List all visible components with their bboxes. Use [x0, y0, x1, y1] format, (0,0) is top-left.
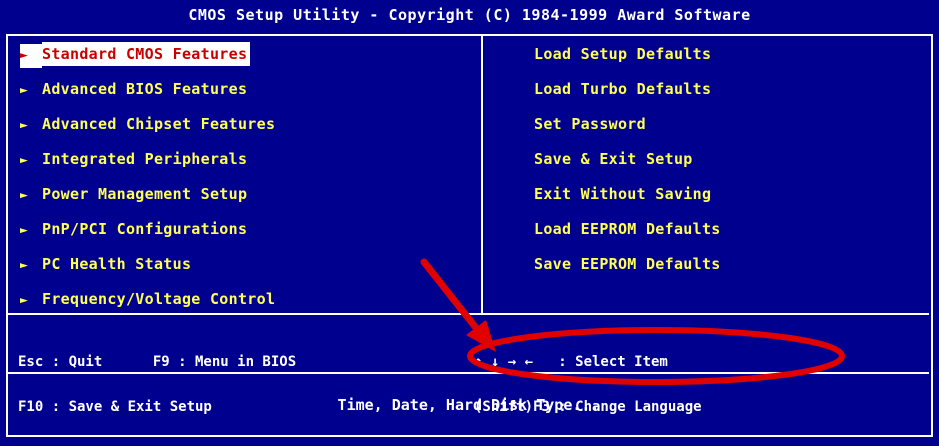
menu-item-save-exit-setup[interactable]: Save & Exit Setup	[534, 147, 924, 182]
menu-item-label: Save & Exit Setup	[534, 150, 693, 168]
menu-item-load-setup-defaults[interactable]: Load Setup Defaults	[534, 42, 924, 77]
menu-item-integrated-peripherals[interactable]: ► Integrated Peripherals	[20, 147, 475, 182]
title-bar: CMOS Setup Utility - Copyright (C) 1984-…	[0, 0, 939, 30]
menu-item-label: Power Management Setup	[42, 185, 248, 203]
menu-item-label: Load Turbo Defaults	[534, 80, 712, 98]
menu-item-exit-without-saving[interactable]: Exit Without Saving	[534, 182, 924, 217]
menu-item-label: Frequency/Voltage Control	[42, 290, 276, 308]
menu-item-advanced-chipset-features[interactable]: ► Advanced Chipset Features	[20, 112, 475, 147]
menu-item-label: Integrated Peripherals	[42, 150, 248, 168]
bios-screen: CMOS Setup Utility - Copyright (C) 1984-…	[0, 0, 939, 446]
help-right: ↑ ↓ → ← : Select Item (Shift)F3 : Change…	[474, 325, 702, 445]
menu-item-label: Load EEPROM Defaults	[534, 220, 721, 238]
menu-item-label: Standard CMOS Features	[42, 42, 251, 66]
right-menu: Load Setup Defaults Load Turbo Defaults …	[534, 42, 924, 287]
menu-item-label: PC Health Status	[42, 255, 192, 273]
help-line-arrows: ↑ ↓ → ← : Select Item	[474, 354, 668, 370]
submenu-arrow-icon: ►	[20, 44, 42, 68]
submenu-arrow-icon: ►	[20, 258, 29, 273]
menu-item-pnp-pci-configurations[interactable]: ► PnP/PCI Configurations	[20, 217, 475, 252]
left-menu: ► Standard CMOS Features ► Advanced BIOS F…	[20, 42, 475, 322]
menu-item-load-eeprom-defaults[interactable]: Load EEPROM Defaults	[534, 217, 924, 252]
help-line-esc: Esc : Quit F9 : Menu in BIOS	[18, 354, 297, 370]
menu-item-label: Advanced Chipset Features	[42, 115, 276, 133]
menu-item-standard-cmos-features[interactable]: ► Standard CMOS Features	[20, 42, 475, 77]
menu-item-label: Load Setup Defaults	[534, 45, 712, 63]
submenu-arrow-icon: ►	[20, 223, 29, 238]
menu-item-label: Advanced BIOS Features	[42, 80, 248, 98]
menu-item-label: Exit Without Saving	[534, 185, 712, 203]
submenu-arrow-icon: ►	[20, 118, 29, 133]
menu-item-label: Set Password	[534, 115, 646, 133]
menu-item-save-eeprom-defaults[interactable]: Save EEPROM Defaults	[534, 252, 924, 287]
menu-item-set-password[interactable]: Set Password	[534, 112, 924, 147]
submenu-arrow-icon: ►	[20, 153, 29, 168]
menu-item-label: Save EEPROM Defaults	[534, 255, 721, 273]
status-line: Time, Date, Hard Disk Type...	[337, 396, 600, 414]
menu-item-advanced-bios-features[interactable]: ► Advanced BIOS Features	[20, 77, 475, 112]
column-divider	[481, 36, 483, 314]
submenu-arrow-icon: ►	[20, 188, 29, 203]
menu-item-power-management-setup[interactable]: ► Power Management Setup	[20, 182, 475, 217]
menu-item-load-turbo-defaults[interactable]: Load Turbo Defaults	[534, 77, 924, 112]
help-left: Esc : Quit F9 : Menu in BIOS F10 : Save …	[18, 325, 296, 445]
menu-item-pc-health-status[interactable]: ► PC Health Status	[20, 252, 475, 287]
menu-item-frequency-voltage-control[interactable]: ► Frequency/Voltage Control	[20, 287, 475, 322]
menu-item-label: PnP/PCI Configurations	[42, 220, 248, 238]
submenu-arrow-icon: ►	[20, 293, 29, 308]
submenu-arrow-icon: ►	[20, 83, 29, 98]
